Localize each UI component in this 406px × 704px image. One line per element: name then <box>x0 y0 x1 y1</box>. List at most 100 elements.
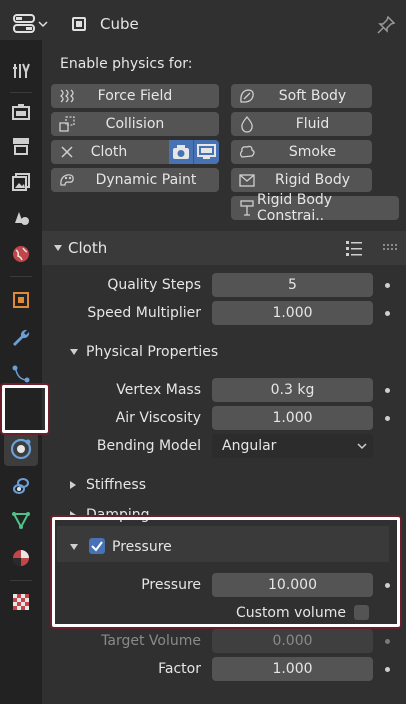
rigid-body-label: Rigid Body <box>274 172 351 188</box>
keyframe-dot[interactable] <box>385 583 390 588</box>
rigid-body-constraint-icon <box>240 200 254 216</box>
material-icon <box>13 550 29 566</box>
monitor-icon <box>197 144 216 159</box>
chevron-down-icon <box>70 544 78 550</box>
vertex-mass-field[interactable]: 0.3 kg <box>212 378 373 402</box>
chevron-down-icon <box>54 245 62 251</box>
chevron-down-icon <box>357 443 367 450</box>
cloth-viewport-toggle[interactable] <box>194 140 219 164</box>
soft-body-button[interactable]: Soft Body <box>231 84 372 108</box>
force-field-button[interactable]: Force Field <box>51 84 219 108</box>
physics-icon <box>10 438 32 460</box>
object-name: Cube <box>100 15 139 33</box>
keyframe-dot[interactable] <box>385 416 390 421</box>
bending-model-dropdown[interactable]: Angular <box>212 434 373 458</box>
cloth-button[interactable]: Cloth <box>51 140 219 164</box>
object-icon <box>13 292 29 308</box>
tab-world[interactable] <box>7 240 35 268</box>
dynamic-paint-button[interactable]: Dynamic Paint <box>51 168 219 192</box>
chevron-right-icon <box>70 511 76 519</box>
pressure-checkbox[interactable] <box>89 538 105 554</box>
speed-multiplier-field[interactable]: 1.000 <box>212 301 373 325</box>
tab-physics[interactable] <box>4 432 38 466</box>
custom-volume-checkbox[interactable] <box>354 605 369 620</box>
bending-model-label: Bending Model <box>96 438 201 454</box>
target-volume-label: Target Volume <box>101 633 201 649</box>
chevron-down-icon <box>38 21 48 28</box>
factor-label: Factor <box>158 661 201 677</box>
wrench-icon <box>13 329 30 346</box>
constraints-icon <box>13 478 29 494</box>
particles-icon <box>12 365 30 383</box>
rigid-body-constraint-button[interactable]: Rigid Body Constrai.. <box>231 192 399 224</box>
tab-output[interactable] <box>7 132 35 160</box>
stiffness-header[interactable]: Stiffness <box>86 477 146 493</box>
chevron-down-icon <box>70 349 78 355</box>
tab-modifiers[interactable] <box>7 324 35 352</box>
cloth-panel-header[interactable]: Cloth <box>42 231 406 265</box>
tab-object[interactable] <box>7 286 35 314</box>
tab-particles[interactable] <box>7 360 35 388</box>
tab-render[interactable] <box>7 98 35 126</box>
bending-model-value: Angular <box>222 438 277 454</box>
tab-material[interactable] <box>7 544 35 572</box>
quality-steps-field[interactable]: 5 <box>212 273 373 297</box>
factor-field[interactable]: 1.000 <box>212 657 373 681</box>
editor-type-button[interactable] <box>12 10 50 38</box>
quality-steps-label: Quality Steps <box>107 277 201 293</box>
world-icon <box>13 246 29 262</box>
enable-physics-label: Enable physics for: <box>60 56 193 72</box>
tab-scene[interactable] <box>7 204 35 232</box>
keyframe-dot[interactable] <box>385 283 390 288</box>
vertex-mass-label: Vertex Mass <box>116 382 201 398</box>
tab-data[interactable] <box>7 506 35 534</box>
pin-icon[interactable] <box>375 14 397 36</box>
object-icon <box>72 17 86 31</box>
pressure-subpanel-header[interactable] <box>57 526 389 562</box>
mesh-data-icon <box>12 512 30 530</box>
dynamic-paint-label: Dynamic Paint <box>95 172 197 188</box>
drag-handle-icon[interactable] <box>382 243 400 251</box>
tab-texture[interactable] <box>7 588 35 616</box>
tab-constraints[interactable] <box>7 472 35 500</box>
chevron-right-icon <box>70 481 76 489</box>
scene-icon <box>15 212 29 225</box>
texture-icon <box>13 594 29 610</box>
collision-label: Collision <box>105 116 165 132</box>
target-volume-field[interactable]: 0.000 <box>212 629 373 653</box>
properties-header: Cube <box>0 0 406 48</box>
keyframe-dot[interactable] <box>385 388 390 393</box>
smoke-label: Smoke <box>288 144 337 160</box>
air-viscosity-label: Air Viscosity <box>115 410 201 426</box>
keyframe-dot[interactable] <box>385 311 390 316</box>
soft-body-label: Soft Body <box>278 88 347 104</box>
tool-icon <box>13 63 30 78</box>
cloth-label: Cloth <box>90 144 128 160</box>
keyframe-dot[interactable] <box>385 667 390 672</box>
keyframe-dot[interactable] <box>385 639 390 644</box>
custom-volume-label: Custom volume <box>236 605 346 621</box>
output-icon <box>13 138 29 155</box>
pressure-label: Pressure <box>141 577 201 593</box>
view-layer-icon <box>12 173 30 191</box>
speed-multiplier-label: Speed Multiplier <box>87 305 201 321</box>
tab-tool[interactable] <box>7 57 35 85</box>
physical-properties-header[interactable]: Physical Properties <box>86 344 218 360</box>
rigid-body-button[interactable]: Rigid Body <box>231 168 372 192</box>
cloth-render-toggle[interactable] <box>169 140 193 164</box>
tab-view-layer[interactable] <box>7 168 35 196</box>
fluid-label: Fluid <box>295 116 330 132</box>
properties-tab-bar <box>0 40 42 704</box>
air-viscosity-field[interactable]: 1.000 <box>212 406 373 430</box>
fluid-button[interactable]: Fluid <box>231 112 372 136</box>
cloth-panel-title: Cloth <box>68 239 108 257</box>
pressure-header-label: Pressure <box>112 539 172 555</box>
pressure-field[interactable]: 10.000 <box>212 573 373 597</box>
collision-button[interactable]: Collision <box>51 112 219 136</box>
render-icon <box>12 104 30 120</box>
damping-header[interactable]: Damping <box>86 507 150 523</box>
smoke-button[interactable]: Smoke <box>231 140 372 164</box>
list-icon[interactable] <box>344 239 364 257</box>
properties-editor-icon <box>13 14 35 33</box>
checkmark-icon <box>91 541 103 552</box>
